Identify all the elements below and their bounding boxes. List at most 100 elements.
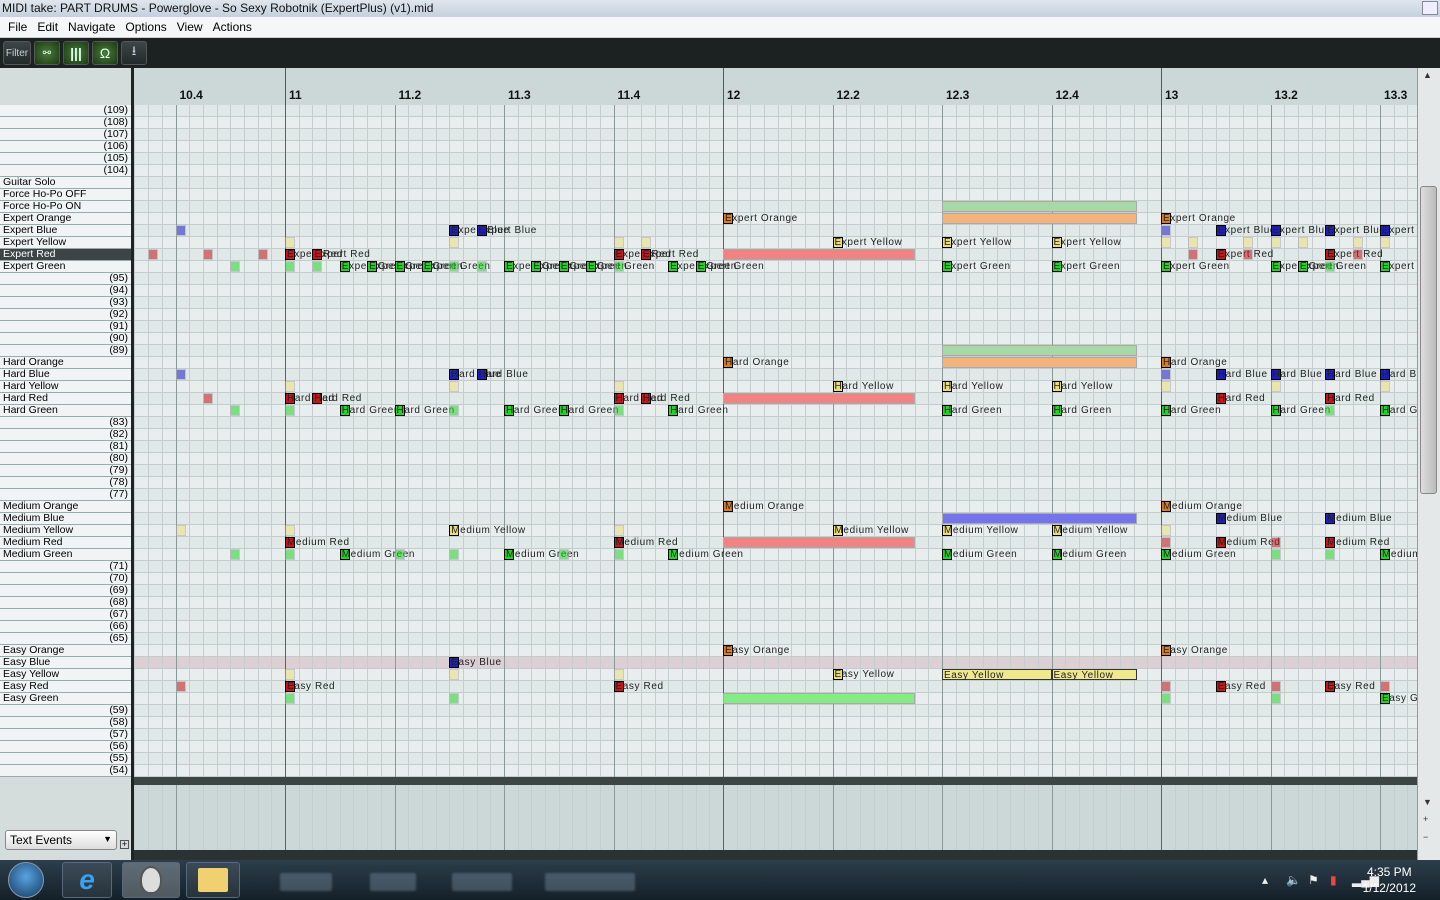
key-row-93[interactable]: (93): [0, 297, 131, 309]
key-row-77[interactable]: (77): [0, 489, 131, 501]
key-row-force-ho-po-on[interactable]: Force Ho-Po ON: [0, 201, 131, 213]
key-row-hard-orange[interactable]: Hard Orange: [0, 357, 131, 369]
key-row-90[interactable]: (90): [0, 333, 131, 345]
note-bar-89[interactable]: [942, 345, 1137, 356]
note-easy-red[interactable]: [1380, 681, 1390, 692]
key-row-expert-orange[interactable]: Expert Orange: [0, 213, 131, 225]
key-row-106[interactable]: (106): [0, 141, 131, 153]
scroll-up-icon[interactable]: ▲: [1423, 70, 1432, 80]
note-medium-green[interactable]: [285, 549, 295, 560]
note-expert-red[interactable]: [148, 249, 159, 260]
zoom-in-icon[interactable]: +: [1423, 814, 1428, 824]
note-medium-red[interactable]: [1161, 537, 1171, 548]
key-row-hard-green[interactable]: Hard Green: [0, 405, 131, 417]
scrollbar-thumb[interactable]: [1420, 186, 1437, 494]
note-hard-yellow[interactable]: [1161, 381, 1171, 392]
note-expert-green[interactable]: [230, 261, 241, 272]
start-button[interactable]: [8, 862, 44, 898]
note-bar-easy-green[interactable]: [723, 693, 915, 704]
snap-button[interactable]: Ω: [92, 41, 118, 65]
note-expert-green[interactable]: [449, 261, 460, 272]
menu-file[interactable]: File: [8, 20, 27, 34]
key-row-89[interactable]: (89): [0, 345, 131, 357]
note-expert-yellow[interactable]: [1243, 237, 1254, 248]
note-expert-green[interactable]: [476, 261, 487, 272]
piano-roll-grid[interactable]: 10.4 11 11.2 11.3 11.4 12 12.2 12.3 12.4 13 13.2 13…: [134, 68, 1417, 777]
note-hard-green[interactable]: [449, 405, 460, 416]
note-expert-yellow[interactable]: [449, 237, 460, 248]
note-expert-yellow[interactable]: [1352, 237, 1363, 248]
key-row-hard-blue[interactable]: Hard Blue: [0, 369, 131, 381]
key-row-expert-red[interactable]: Expert Red: [0, 249, 131, 261]
zoom-out-icon[interactable]: −: [1423, 832, 1428, 842]
menu-actions[interactable]: Actions: [213, 20, 252, 34]
key-row-54[interactable]: (54): [0, 765, 131, 777]
key-row-expert-yellow[interactable]: Expert Yellow: [0, 237, 131, 249]
key-row-medium-blue[interactable]: Medium Blue: [0, 513, 131, 525]
key-row-80[interactable]: (80): [0, 453, 131, 465]
note-medium-green[interactable]: [394, 549, 405, 560]
note-expert-yellow[interactable]: [1188, 237, 1199, 248]
key-row-69[interactable]: (69): [0, 585, 131, 597]
note-expert-green[interactable]: [613, 261, 624, 272]
key-row-66[interactable]: (66): [0, 621, 131, 633]
note-hard-red[interactable]: [202, 393, 213, 404]
show-hidden-icons[interactable]: ▴: [1262, 873, 1268, 887]
note-hard-green[interactable]: [285, 405, 295, 416]
menu-edit[interactable]: Edit: [37, 20, 58, 34]
note-medium-yellow[interactable]: [175, 525, 186, 536]
note-medium-yellow[interactable]: [285, 525, 295, 536]
key-row-67[interactable]: (67): [0, 609, 131, 621]
key-row-65[interactable]: (65): [0, 633, 131, 645]
key-row-70[interactable]: (70): [0, 573, 131, 585]
note-expert-red[interactable]: [202, 249, 213, 260]
note-medium-green[interactable]: [613, 549, 624, 560]
key-row-expert-green[interactable]: Expert Green: [0, 261, 131, 273]
key-row-medium-orange[interactable]: Medium Orange: [0, 501, 131, 513]
note-expert-red[interactable]: [1243, 249, 1254, 260]
key-row-71[interactable]: (71): [0, 561, 131, 573]
note-lanes[interactable]: Easy Yellow Easy Yellow Expert Red Expert R…: [134, 105, 1417, 777]
note-easy-yellow[interactable]: [613, 669, 624, 680]
note-bar-force-ho-po-on[interactable]: [942, 201, 1137, 212]
note-medium-green[interactable]: [1270, 549, 1281, 560]
note-expert-yellow[interactable]: [285, 237, 295, 248]
note-expert-blue[interactable]: [175, 225, 186, 236]
note-medium-red[interactable]: [1270, 537, 1281, 548]
cc-lane-select[interactable]: Text Events ▼: [5, 830, 117, 850]
note-hard-green[interactable]: [1325, 405, 1336, 416]
note-expert-green[interactable]: [285, 261, 295, 272]
key-row-58[interactable]: (58): [0, 717, 131, 729]
note-expert-red[interactable]: [1188, 249, 1199, 260]
key-row-104[interactable]: (104): [0, 165, 131, 177]
key-row-force-ho-po-off[interactable]: Force Ho-Po OFF: [0, 189, 131, 201]
key-row-82[interactable]: (82): [0, 429, 131, 441]
scroll-down-icon[interactable]: ▼: [1423, 797, 1432, 807]
key-row-81[interactable]: (81): [0, 441, 131, 453]
key-row-107[interactable]: (107): [0, 129, 131, 141]
key-row-guitar-solo[interactable]: Guitar Solo: [0, 177, 131, 189]
menu-options[interactable]: Options: [125, 20, 166, 34]
key-row-83[interactable]: (83): [0, 417, 131, 429]
filter-button[interactable]: Filter: [3, 41, 31, 65]
note-bar-expert-red[interactable]: [723, 249, 915, 260]
note-expert-yellow[interactable]: [1161, 237, 1171, 248]
key-row-easy-orange[interactable]: Easy Orange: [0, 645, 131, 657]
note-medium-green[interactable]: [558, 549, 569, 560]
note-easy-green[interactable]: [449, 693, 460, 704]
note-easy-red[interactable]: [1161, 681, 1171, 692]
key-row-79[interactable]: (79): [0, 465, 131, 477]
note-medium-yellow[interactable]: [1161, 525, 1171, 536]
volume-icon[interactable]: 🔈: [1286, 873, 1301, 887]
note-easy-yellow[interactable]: [285, 669, 295, 680]
note-hard-yellow[interactable]: [1270, 381, 1281, 392]
note-hard-green[interactable]: [230, 405, 241, 416]
note-expert-yellow[interactable]: [1270, 237, 1281, 248]
lane-divider[interactable]: [134, 777, 1417, 785]
key-row-109[interactable]: (109): [0, 105, 131, 117]
key-row-94[interactable]: (94): [0, 285, 131, 297]
add-lane-button[interactable]: +: [120, 840, 129, 849]
power-icon[interactable]: ▮: [1330, 873, 1337, 887]
note-easy-green[interactable]: [1161, 693, 1171, 704]
note-hard-yellow[interactable]: [449, 381, 460, 392]
